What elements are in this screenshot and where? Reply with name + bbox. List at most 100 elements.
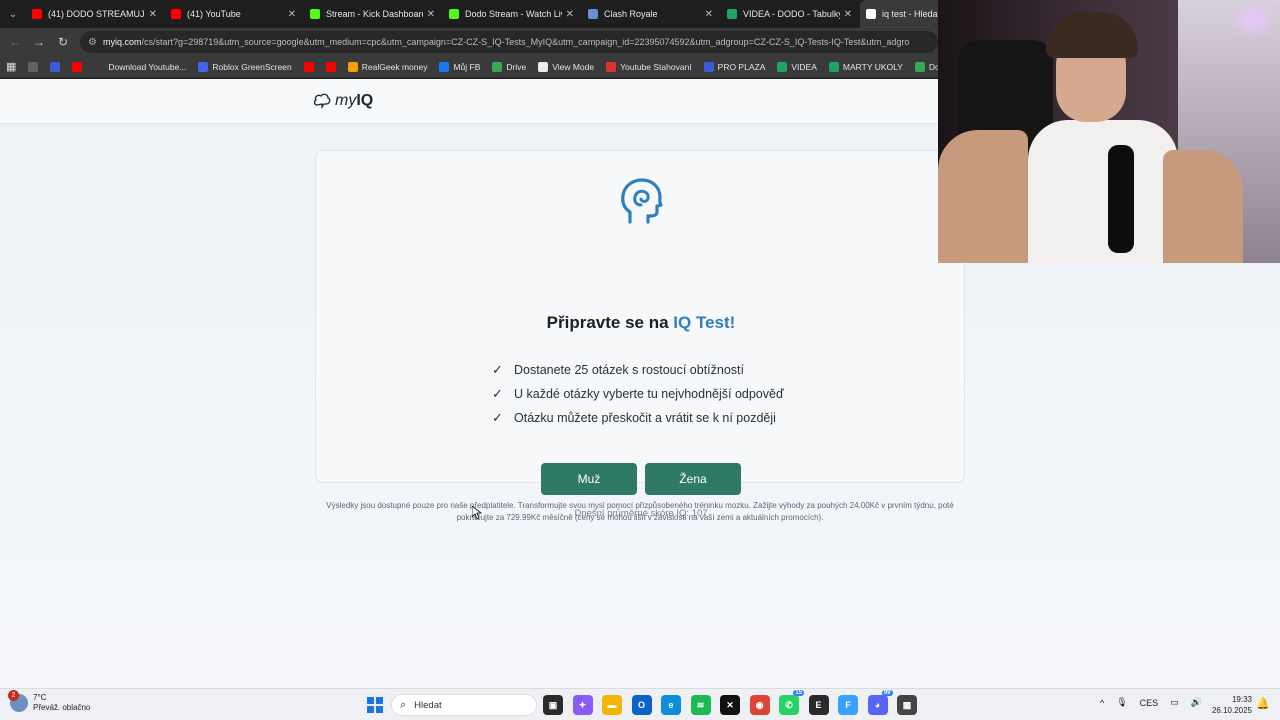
browser-tab[interactable]: Dodo Stream - Watch Live ✕: [443, 0, 582, 28]
browser-tab[interactable]: (41) DODO STREAMUJE - ✕: [26, 0, 165, 28]
tab-title: Stream - Kick Dashboard: [326, 9, 423, 19]
file-explorer-icon[interactable]: ▬: [602, 695, 622, 715]
bookmark-item[interactable]: RealGeek money: [347, 61, 428, 72]
close-tab-icon[interactable]: ✕: [288, 9, 296, 20]
system-tray: ^ 🎙 CES ▭ 🔊: [1100, 697, 1214, 708]
bookmark-label: Download Youtube...: [108, 61, 187, 72]
close-tab-icon[interactable]: ✕: [566, 9, 574, 20]
notification-bell-icon[interactable]: 🔔: [1256, 697, 1270, 710]
bookmark-item[interactable]: [50, 61, 64, 72]
bookmark-item[interactable]: View Mode: [538, 61, 595, 72]
chevron-up-icon[interactable]: ^: [1100, 698, 1104, 708]
browser-tab[interactable]: Clash Royale ✕: [582, 0, 721, 28]
tab-search-chevron-icon[interactable]: ⌄: [0, 0, 26, 28]
title-prefix: Připravte se na: [546, 313, 674, 332]
close-tab-icon[interactable]: ✕: [705, 9, 713, 20]
browser-tab[interactable]: Stream - Kick Dashboard ✕: [304, 0, 443, 28]
back-arrow-icon[interactable]: ←: [3, 35, 27, 49]
female-button[interactable]: Žena: [645, 463, 741, 495]
bookmark-label: PRO PLAZA: [717, 61, 766, 72]
forward-arrow-icon[interactable]: →: [27, 35, 51, 49]
sheets-icon: [727, 9, 737, 19]
bookmark-item[interactable]: [303, 61, 318, 72]
list-item: ✓ Otázku můžete přeskočit a vrátit se k n…: [492, 406, 784, 430]
app-glyph: ◉: [755, 699, 764, 710]
bookmark-item[interactable]: VIDEA: [777, 61, 817, 72]
clock[interactable]: 19:33 26.10.2025: [1208, 694, 1252, 716]
checkmark-icon: ✓: [492, 362, 503, 377]
list-item-text: U každé otázky vyberte tu nejvhodnější o…: [514, 387, 784, 401]
app-glyph: ▣: [548, 699, 558, 710]
close-tab-icon[interactable]: ✕: [844, 9, 852, 20]
apps-grid-icon[interactable]: ▦: [6, 60, 16, 73]
app-glyph: ✕: [726, 699, 734, 710]
close-tab-icon[interactable]: ✕: [149, 9, 157, 20]
youtube-icon: [171, 9, 181, 19]
app-glyph: ✆: [785, 699, 793, 710]
whatsapp-icon[interactable]: ✆ 15: [779, 690, 804, 715]
weather-icon: 2: [8, 690, 28, 712]
address-bar[interactable]: ⚙ myiq.com/cs/start?g=298719&utm_source=…: [80, 31, 938, 53]
bookmark-item[interactable]: PRO PLAZA: [703, 61, 766, 72]
bookmark-label: View Mode: [552, 61, 595, 72]
microphone: [1108, 145, 1134, 253]
logo-text-iq: IQ: [356, 92, 374, 109]
network-icon[interactable]: ▭: [1170, 697, 1179, 708]
clash-icon: [588, 9, 598, 19]
windows-start-icon[interactable]: [367, 697, 383, 713]
bookmark-item[interactable]: Download Youtube...: [94, 61, 187, 72]
spotify-icon[interactable]: ≋: [690, 695, 711, 715]
weather-badge: 2: [8, 690, 19, 701]
discord-icon[interactable]: ◕ 99: [867, 690, 893, 715]
bookmark-favicon-icon: [325, 61, 336, 72]
bookmark-item[interactable]: Roblox GreenScreen: [198, 61, 292, 72]
bookmark-item[interactable]: [28, 61, 42, 72]
task-view-icon[interactable]: ▣: [543, 695, 563, 715]
page-title: Připravte se na IQ Test!: [316, 313, 966, 333]
reload-icon[interactable]: ↻: [51, 35, 75, 49]
bookmark-item[interactable]: MARTY UKOLY: [828, 61, 903, 72]
weather-widget[interactable]: 2 7°C Převáž. oblačno: [8, 690, 91, 713]
title-accent: IQ Test!: [673, 313, 736, 332]
outlook-icon[interactable]: O: [631, 695, 652, 715]
list-item: ✓ Dostanete 25 otázek s rostoucí obtížnos…: [492, 358, 784, 382]
bookmark-favicon-icon: [703, 61, 714, 72]
male-button[interactable]: Muž: [541, 463, 637, 495]
browser-tab[interactable]: (41) YouTube ✕: [165, 0, 304, 28]
bookmark-item[interactable]: [72, 61, 86, 72]
calculator-icon[interactable]: ▦: [897, 695, 917, 715]
app-badge: 99: [881, 690, 893, 696]
app-glyph: e: [668, 700, 674, 710]
chrome-icon[interactable]: ◉: [749, 695, 770, 715]
bookmark-favicon-icon: [777, 61, 788, 72]
bookmark-item[interactable]: [325, 61, 340, 72]
language-indicator[interactable]: CES: [1140, 698, 1159, 708]
app-glyph: ▬: [607, 700, 617, 710]
bookmark-favicon-icon: [828, 61, 839, 72]
bookmark-favicon-icon: [72, 61, 83, 72]
site-info-icon[interactable]: ⚙: [88, 37, 97, 48]
bookmark-item[interactable]: Můj FB: [439, 61, 480, 72]
capcut-icon[interactable]: ✕: [720, 695, 740, 715]
bookmark-label: RealGeek money: [361, 61, 428, 72]
weather-desc: Převáž. oblačno: [33, 703, 91, 712]
myiq-logo[interactable]: my IQ: [313, 92, 373, 110]
close-tab-icon[interactable]: ✕: [427, 9, 435, 20]
edge-icon[interactable]: e: [661, 695, 681, 715]
app-glyph: O: [637, 700, 645, 710]
epic-games-icon[interactable]: E: [808, 695, 829, 715]
bookmark-item[interactable]: Youtube Stahovaní: [606, 61, 692, 72]
bookmark-favicon-icon: [198, 61, 209, 72]
volume-icon[interactable]: 🔊: [1191, 697, 1202, 708]
webcam-overlay: [938, 0, 1280, 263]
weather-temp: 7°C: [33, 693, 47, 702]
microphone-icon[interactable]: 🎙: [1116, 697, 1127, 708]
copilot-icon[interactable]: ✦: [572, 695, 593, 715]
bookmark-item[interactable]: Drive: [492, 61, 526, 72]
tab-title: Dodo Stream - Watch Live: [465, 9, 562, 19]
figma-icon[interactable]: F: [838, 695, 858, 715]
streamer-hand: [1163, 150, 1243, 263]
browser-tab[interactable]: VIDEA - DODO - Tabulky ✕: [721, 0, 860, 28]
url-path: /cs/start?g=298719&utm_source=google&utm…: [141, 37, 910, 47]
taskbar-search[interactable]: ⌕ Hledat: [391, 694, 537, 716]
